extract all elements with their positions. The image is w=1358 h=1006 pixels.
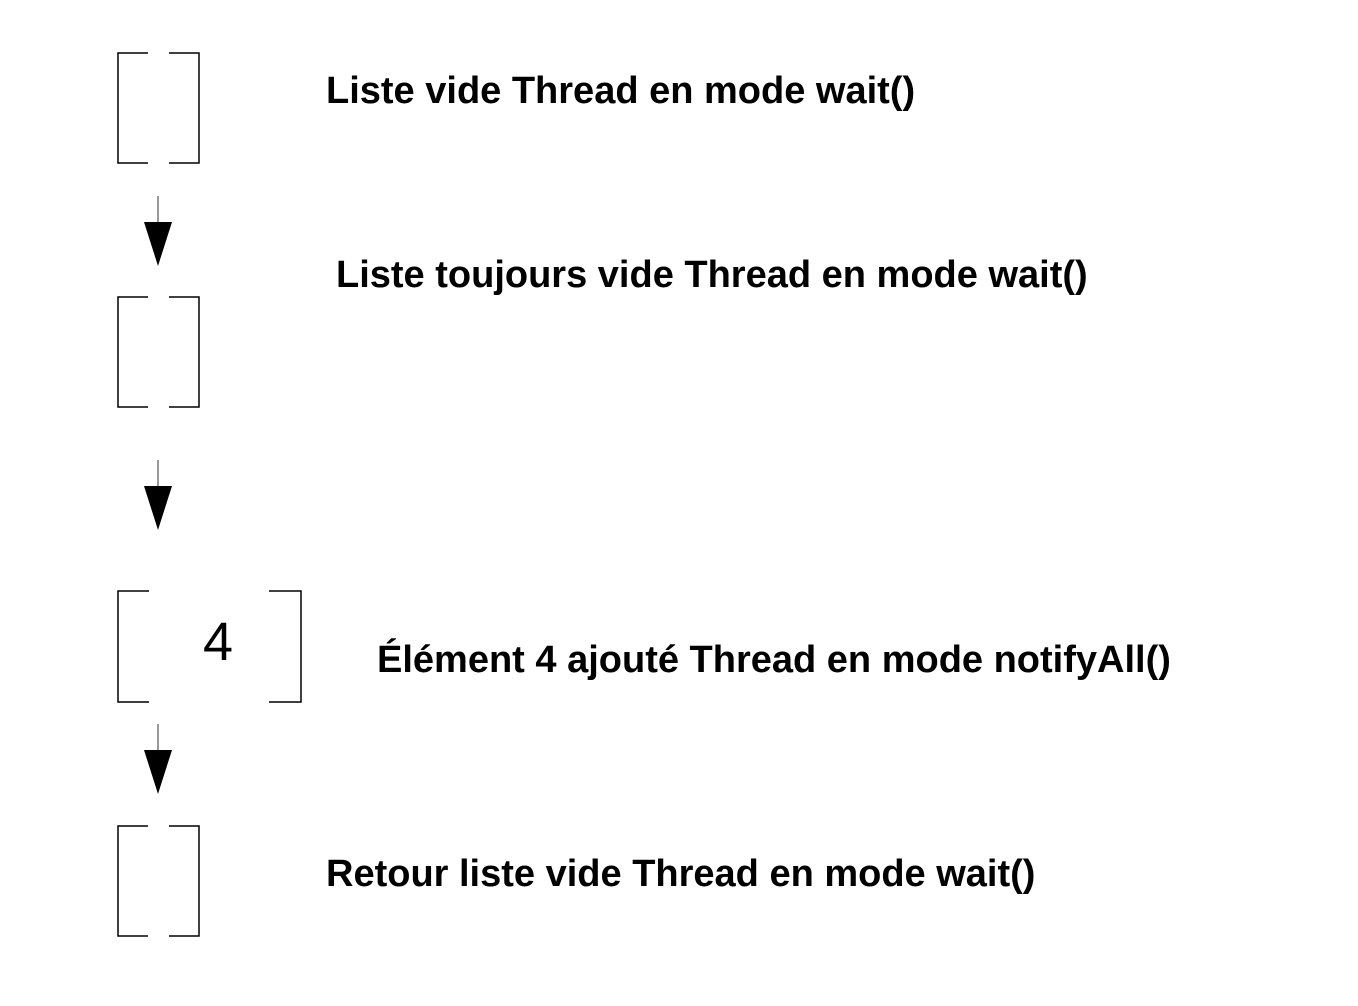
list-bracket-empty-2 (117, 296, 200, 408)
arrow-down-3 (144, 724, 172, 794)
step-label-3: Élément 4 ajouté Thread en mode notifyAl… (377, 639, 1171, 681)
arrow-down-2 (144, 460, 172, 530)
arrow-down-1 (144, 196, 172, 266)
list-element-value: 4 (203, 612, 234, 672)
step-label-1: Liste vide Thread en mode wait() (326, 70, 916, 112)
step-label-2: Liste toujours vide Thread en mode wait(… (336, 254, 1088, 296)
step-label-4: Retour liste vide Thread en mode wait() (326, 853, 1036, 895)
list-bracket-empty-3 (117, 825, 200, 937)
list-bracket-empty-1 (117, 52, 200, 164)
state-diagram: 4 Liste vide Thread en mode wait() Liste… (0, 0, 1358, 1006)
